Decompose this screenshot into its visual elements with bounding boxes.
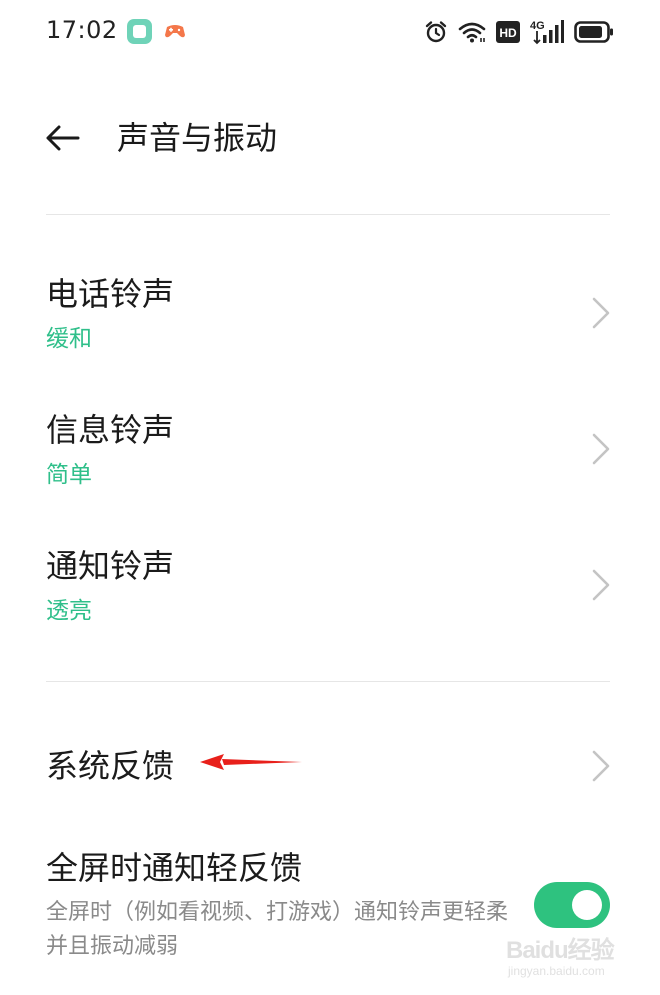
svg-text:4G: 4G: [530, 20, 545, 32]
divider: [46, 681, 610, 682]
chevron-right-icon: [592, 750, 610, 782]
row-value: 透亮: [46, 598, 92, 624]
hd-icon: HD: [496, 21, 520, 43]
chevron-right-icon: [592, 569, 610, 601]
watermark-line1: Baidu经验: [506, 937, 615, 964]
toggle-knob: [572, 890, 602, 920]
game-controller-icon: [165, 25, 185, 38]
alarm-icon: [425, 21, 447, 43]
4g-signal-icon: 4G: [530, 20, 564, 45]
annotation-arrow-icon: [200, 754, 302, 770]
row-title: 电话铃声: [46, 275, 175, 313]
divider: [46, 214, 610, 215]
status-time: 17:02: [46, 16, 118, 44]
app-notification-icon: [127, 19, 152, 44]
fullscreen-feedback-toggle[interactable]: [534, 882, 610, 928]
row-description: 全屏时（例如看视频、打游戏）通知铃声更轻柔并且振动减弱: [46, 900, 509, 959]
status-icons: HD 4G: [424, 17, 614, 47]
message-ringtone-row[interactable]: 信息铃声 简单: [0, 398, 660, 502]
notification-ringtone-row[interactable]: 通知铃声 透亮: [0, 534, 660, 638]
chevron-right-icon: [592, 433, 610, 465]
system-feedback-row[interactable]: 系统反馈: [0, 730, 660, 802]
row-title: 通知铃声: [46, 547, 175, 585]
row-title: 全屏时通知轻反馈: [46, 849, 303, 887]
row-title: 系统反馈: [46, 747, 175, 785]
svg-text:HD: HD: [499, 26, 517, 40]
chevron-right-icon: [592, 297, 610, 329]
page-title: 声音与振动: [117, 119, 278, 157]
battery-icon: [574, 21, 613, 43]
row-title: 信息铃声: [46, 411, 175, 449]
wifi-icon: [458, 22, 486, 43]
baidu-watermark-logo: Baidu经验 jingyan.baidu.com: [506, 930, 626, 984]
row-value: 简单: [46, 462, 92, 488]
back-button[interactable]: [40, 116, 84, 160]
status-bar: 17:02 HD 4G: [0, 0, 660, 64]
phone-ringtone-row[interactable]: 电话铃声 缓和: [0, 262, 660, 366]
watermark-line2: jingyan.baidu.com: [508, 964, 605, 978]
arrow-left-icon: [46, 125, 80, 151]
row-value: 缓和: [46, 326, 92, 352]
